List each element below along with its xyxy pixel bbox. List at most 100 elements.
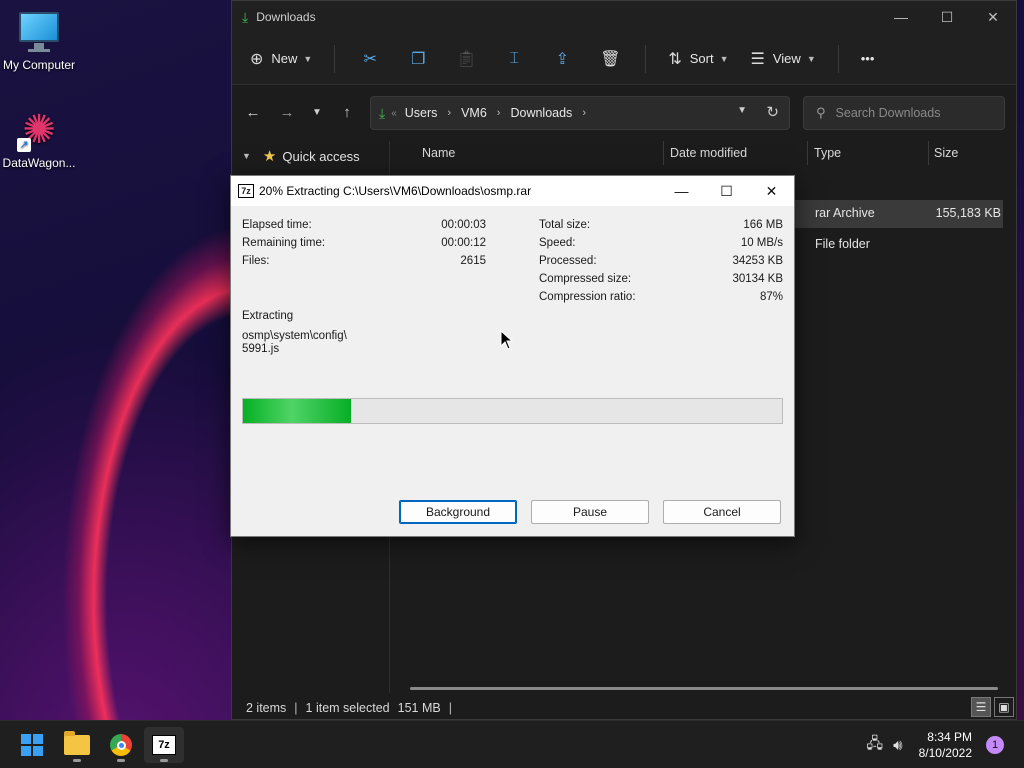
stat-elapsed-time: Elapsed time: 00:00:03 xyxy=(242,219,486,235)
breadcrumb-vm6[interactable]: VM6 xyxy=(461,106,487,120)
horizontal-scrollbar[interactable] xyxy=(410,687,998,690)
overflow-chevron-icon[interactable]: « xyxy=(391,108,397,119)
cursor-arrow-icon xyxy=(500,329,514,350)
dialog-close-button[interactable]: ✕ xyxy=(749,176,794,206)
column-header-row: Name Date modified Type Size xyxy=(391,141,1017,167)
stat-remaining-time: Remaining time: 00:00:12 xyxy=(242,237,486,253)
refresh-icon[interactable]: ↻ xyxy=(766,103,779,121)
taskbar-file-explorer[interactable] xyxy=(57,727,97,763)
forward-arrow-icon[interactable]: → xyxy=(270,104,304,121)
network-icon[interactable]: 🖧︎ xyxy=(866,733,883,758)
more-options-button[interactable]: ••• xyxy=(861,51,875,66)
desktop-icon-label: DataWagon... xyxy=(2,156,76,170)
column-divider[interactable] xyxy=(928,141,929,165)
stat-value: 166 MB xyxy=(743,219,783,231)
notification-badge[interactable]: 1 xyxy=(986,736,1004,754)
dialog-titlebar[interactable]: 7z 20% Extracting C:\Users\VM6\Downloads… xyxy=(231,176,794,206)
new-button[interactable]: ⊕ New ▼ xyxy=(250,49,312,69)
column-divider[interactable] xyxy=(663,141,664,165)
details-view-icon[interactable]: ☰ xyxy=(971,697,991,717)
chevron-down-icon: ▼ xyxy=(719,53,729,64)
more-icon: ••• xyxy=(860,51,875,66)
toolbar-divider xyxy=(645,44,647,73)
pause-button[interactable]: Pause xyxy=(531,500,649,524)
delete-icon[interactable]: 🗑︎ xyxy=(597,49,623,69)
command-bar: ⊕ New ▼ ✂ ❐ 📋︎ ⌶ ⇪ 🗑︎ ⇅ Sort ▼ ☰ View ▼ … xyxy=(232,33,1016,85)
status-bar: 2 items | 1 item selected 151 MB | ☰ ▣ xyxy=(232,695,1018,721)
share-icon[interactable]: ⇪ xyxy=(549,49,575,69)
address-row: ← → ▼ ↑ ⤓ « Users › VM6 › Downloads › ▼ … xyxy=(232,91,1018,133)
paste-icon[interactable]: 📋︎ xyxy=(453,49,479,69)
background-button[interactable]: Background xyxy=(399,500,517,524)
stat-value: 34253 KB xyxy=(732,255,783,267)
breadcrumb-chevron-icon[interactable]: › xyxy=(497,107,501,119)
stat-label: Files: xyxy=(242,255,270,267)
maximize-button[interactable]: ☐ xyxy=(924,1,970,33)
cut-icon[interactable]: ✂ xyxy=(357,49,383,69)
stat-label: Compression ratio: xyxy=(539,291,636,303)
address-bar[interactable]: ⤓ « Users › VM6 › Downloads › ▼ ↻ xyxy=(370,96,790,130)
column-header-size[interactable]: Size xyxy=(934,146,958,160)
stat-value: 30134 KB xyxy=(732,273,783,285)
sort-button[interactable]: ⇅ Sort ▼ xyxy=(668,49,728,69)
stat-compression-ratio: Compression ratio: 87% xyxy=(539,291,783,307)
chrome-icon xyxy=(110,734,132,756)
breadcrumb-chevron-icon[interactable]: › xyxy=(582,107,586,119)
download-icon: ⤓ xyxy=(379,104,386,121)
large-icons-view-icon[interactable]: ▣ xyxy=(994,697,1014,717)
view-label: View xyxy=(772,51,801,66)
rename-icon[interactable]: ⌶ xyxy=(501,50,527,68)
dialog-maximize-button[interactable]: ☐ xyxy=(704,176,749,206)
up-arrow-icon[interactable]: ↑ xyxy=(330,104,364,121)
view-button[interactable]: ☰ View ▼ xyxy=(751,49,816,69)
breadcrumb-chevron-icon[interactable]: › xyxy=(447,107,451,119)
chevron-down-icon: ▼ xyxy=(303,53,313,64)
toolbar-divider xyxy=(837,44,839,73)
back-arrow-icon[interactable]: ← xyxy=(236,104,270,121)
plus-circle-icon: ⊕ xyxy=(250,50,264,68)
minimize-button[interactable]: — xyxy=(878,1,924,33)
copy-icon[interactable]: ❐ xyxy=(405,49,431,69)
sort-label: Sort xyxy=(689,51,714,66)
breadcrumb-users[interactable]: Users xyxy=(405,106,438,120)
view-list-icon: ☰ xyxy=(750,50,765,68)
close-button[interactable]: ✕ xyxy=(970,1,1016,33)
stat-value: 10 MB/s xyxy=(740,237,783,249)
progress-fill xyxy=(243,399,351,423)
search-placeholder: Search Downloads xyxy=(835,106,941,120)
explorer-titlebar[interactable]: ⤓ Downloads — ☐ ✕ xyxy=(232,1,1016,33)
dialog-body: Elapsed time: 00:00:03 Remaining time: 0… xyxy=(231,206,794,536)
column-header-type[interactable]: Type xyxy=(814,146,841,160)
system-tray: 🖧︎ 🔊︎ 8:34 PM 8/10/2022 1 xyxy=(866,721,1024,768)
search-input[interactable]: ⚲ Search Downloads xyxy=(803,96,1005,130)
stat-label: Compressed size: xyxy=(539,273,632,285)
operation-label: Extracting xyxy=(242,310,294,322)
breadcrumb-downloads[interactable]: Downloads xyxy=(510,106,572,120)
column-header-date-modified[interactable]: Date modified xyxy=(670,146,747,160)
clock[interactable]: 8:34 PM 8/10/2022 xyxy=(919,729,972,761)
stat-label: Processed: xyxy=(539,255,597,267)
desktop-icon-datawagon[interactable]: ✺ ↗ DataWagon... xyxy=(0,108,81,170)
start-button[interactable] xyxy=(12,727,52,763)
column-divider[interactable] xyxy=(807,141,808,165)
volume-icon[interactable]: 🔊︎ xyxy=(893,737,902,754)
chevron-down-icon: ▼ xyxy=(806,53,816,64)
cancel-button[interactable]: Cancel xyxy=(663,500,781,524)
desktop-icon-my-computer[interactable]: My Computer xyxy=(0,10,81,72)
status-divider: | xyxy=(294,701,298,715)
address-dropdown-icon[interactable]: ▼ xyxy=(737,105,747,116)
stat-value: 00:00:03 xyxy=(441,219,486,231)
dialog-minimize-button[interactable]: — xyxy=(659,176,704,206)
stat-files: Files: 2615 xyxy=(242,255,486,271)
nav-item-quick-access[interactable]: ▼ ★ Quick access xyxy=(232,141,389,171)
sort-icon: ⇅ xyxy=(668,50,682,68)
dialog-title: 20% Extracting C:\Users\VM6\Downloads\os… xyxy=(259,184,532,198)
taskbar: 7z 🖧︎ 🔊︎ 8:34 PM 8/10/2022 1 xyxy=(0,720,1024,768)
taskbar-chrome[interactable] xyxy=(101,727,141,763)
column-header-name[interactable]: Name xyxy=(422,146,455,160)
running-indicator xyxy=(117,759,125,762)
recent-locations-chevron-icon[interactable]: ▼ xyxy=(304,107,330,118)
current-file-path: osmp\system\config\ xyxy=(242,330,347,342)
shortcut-arrow-icon: ↗ xyxy=(17,138,31,152)
taskbar-7zip[interactable]: 7z xyxy=(144,727,184,763)
